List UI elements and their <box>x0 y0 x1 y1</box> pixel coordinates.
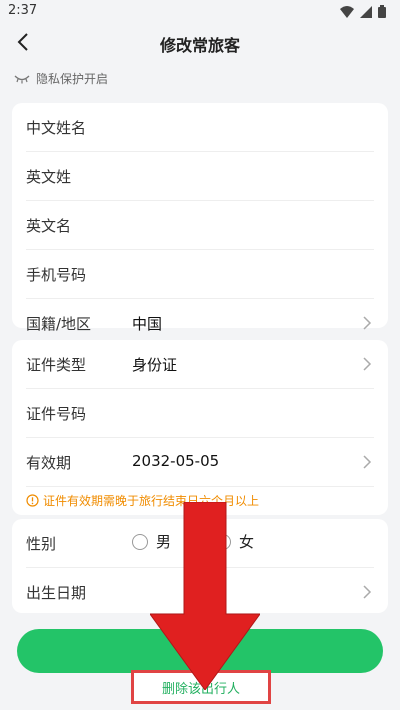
basic-info-card: 中文姓名 英文姓 英文名 手机号码 国籍/地区 中国 <box>12 103 388 333</box>
field-english-given-name[interactable]: 英文名 <box>26 201 374 250</box>
field-english-surname[interactable]: 英文姓 <box>26 152 374 201</box>
delete-traveler-link[interactable]: 删除该出行人 <box>162 678 240 697</box>
field-label: 证件号码 <box>26 405 87 423</box>
field-value: 2032-05-05 <box>132 452 220 470</box>
field-label: 国籍/地区 <box>26 315 92 333</box>
personal-card: 性别 男 女 出生日期 <box>12 519 388 613</box>
gender-male-label[interactable]: 男 <box>156 531 171 552</box>
field-label: 英文姓 <box>26 168 72 186</box>
expiry-warning: 证件有效期需晚于旅行结束日六个月以上 <box>26 487 374 513</box>
radio-female[interactable] <box>215 533 232 550</box>
field-label: 手机号码 <box>26 266 87 284</box>
status-time: 2:37 <box>8 3 38 18</box>
chevron-right-icon <box>363 316 372 330</box>
field-expiry-date[interactable]: 有效期 2032-05-05 <box>26 438 374 487</box>
field-chinese-name[interactable]: 中文姓名 <box>26 103 374 152</box>
gender-options: 男 女 <box>132 531 254 552</box>
field-label: 英文名 <box>26 217 72 235</box>
chevron-right-icon <box>363 585 372 599</box>
field-label: 中文姓名 <box>26 119 87 137</box>
warning-icon <box>26 493 39 507</box>
chevron-right-icon <box>363 455 372 469</box>
field-label: 出生日期 <box>26 584 87 602</box>
warning-text: 证件有效期需晚于旅行结束日六个月以上 <box>43 493 260 508</box>
delete-highlight-box: 删除该出行人 <box>131 670 271 704</box>
signal-icon <box>360 5 372 18</box>
document-card: 证件类型 身份证 证件号码 有效期 2032-05-05 证件有效期需晚于旅行结… <box>12 340 388 515</box>
field-gender: 性别 男 女 <box>26 519 374 568</box>
field-document-type[interactable]: 证件类型 身份证 <box>26 340 374 389</box>
field-value: 中国 <box>132 315 163 333</box>
nav-bar: 修改常旅客 <box>0 24 400 62</box>
field-label: 证件类型 <box>26 356 87 374</box>
chevron-right-icon <box>363 357 372 371</box>
gender-female-label[interactable]: 女 <box>239 531 254 552</box>
privacy-label: 隐私保护开启 <box>36 72 109 86</box>
radio-male[interactable] <box>132 533 148 550</box>
field-value: 身份证 <box>132 356 178 374</box>
privacy-toggle[interactable]: 隐私保护开启 <box>14 70 108 87</box>
field-document-number[interactable]: 证件号码 <box>26 389 374 438</box>
status-bar: 2:37 <box>0 0 400 24</box>
system-icons <box>340 5 386 18</box>
eye-closed-icon <box>14 75 30 83</box>
battery-icon <box>378 5 386 18</box>
save-button[interactable]: 保存 <box>17 629 383 673</box>
field-phone[interactable]: 手机号码 <box>26 250 374 299</box>
page-title: 修改常旅客 <box>159 36 240 55</box>
field-label: 性别 <box>26 535 57 553</box>
wifi-icon <box>340 5 354 18</box>
field-label: 有效期 <box>26 454 72 472</box>
field-birth-date[interactable]: 出生日期 <box>26 568 374 616</box>
